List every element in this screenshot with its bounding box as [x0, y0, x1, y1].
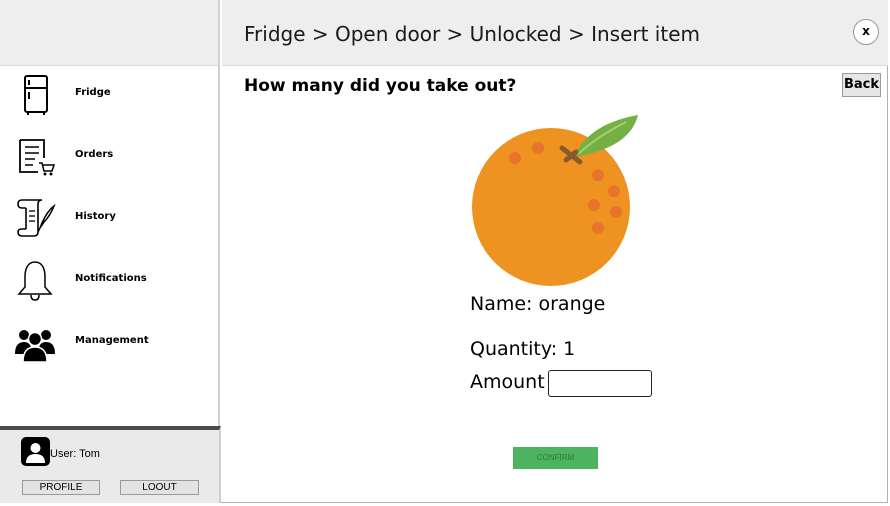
- item-name: Name: orange: [470, 293, 606, 315]
- user-panel: User: Tom PROFILE LOOUT: [0, 426, 221, 503]
- sidebar-item-label: Orders: [75, 149, 114, 160]
- sidebar-item-fridge[interactable]: Fridge: [0, 70, 218, 120]
- sidebar: Fridge Orders History Notifications Mana…: [0, 66, 220, 426]
- item-quantity: Quantity: 1: [470, 338, 576, 360]
- users-group-icon: [15, 330, 55, 363]
- back-button[interactable]: Back: [842, 73, 881, 97]
- fridge-icon: [24, 75, 48, 115]
- app-window: Fridge Orders History Notifications Mana…: [0, 0, 888, 503]
- logout-button[interactable]: LOOUT: [120, 480, 199, 495]
- breadcrumb: Fridge > Open door > Unlocked > Insert i…: [244, 22, 700, 46]
- amount-label: Amount: [470, 371, 545, 393]
- sidebar-item-label: Management: [75, 335, 149, 346]
- sidebar-item-label: Notifications: [75, 273, 147, 284]
- history-scroll-icon: [17, 199, 56, 237]
- confirm-button[interactable]: CONFIRM: [513, 447, 598, 469]
- sidebar-item-history[interactable]: History: [0, 194, 218, 244]
- sidebar-item-label: History: [75, 211, 116, 222]
- sidebar-header: [0, 0, 220, 66]
- close-button[interactable]: x: [853, 19, 879, 45]
- sidebar-item-label: Fridge: [75, 87, 111, 98]
- profile-button[interactable]: PROFILE: [22, 480, 100, 495]
- page-title: How many did you take out?: [244, 76, 517, 96]
- sidebar-item-management[interactable]: Management: [0, 318, 218, 368]
- avatar-icon: [21, 437, 50, 466]
- sidebar-item-orders[interactable]: Orders: [0, 132, 218, 182]
- main-content: How many did you take out? Back Name: or…: [222, 66, 888, 503]
- orange-fruit-image: [472, 115, 638, 286]
- orders-icon: [19, 139, 56, 176]
- bell-icon: [17, 261, 53, 301]
- amount-input[interactable]: [548, 370, 652, 397]
- header-bar: Fridge > Open door > Unlocked > Insert i…: [222, 0, 888, 66]
- sidebar-item-notifications[interactable]: Notifications: [0, 256, 218, 306]
- user-name-label: User: Tom: [50, 448, 100, 460]
